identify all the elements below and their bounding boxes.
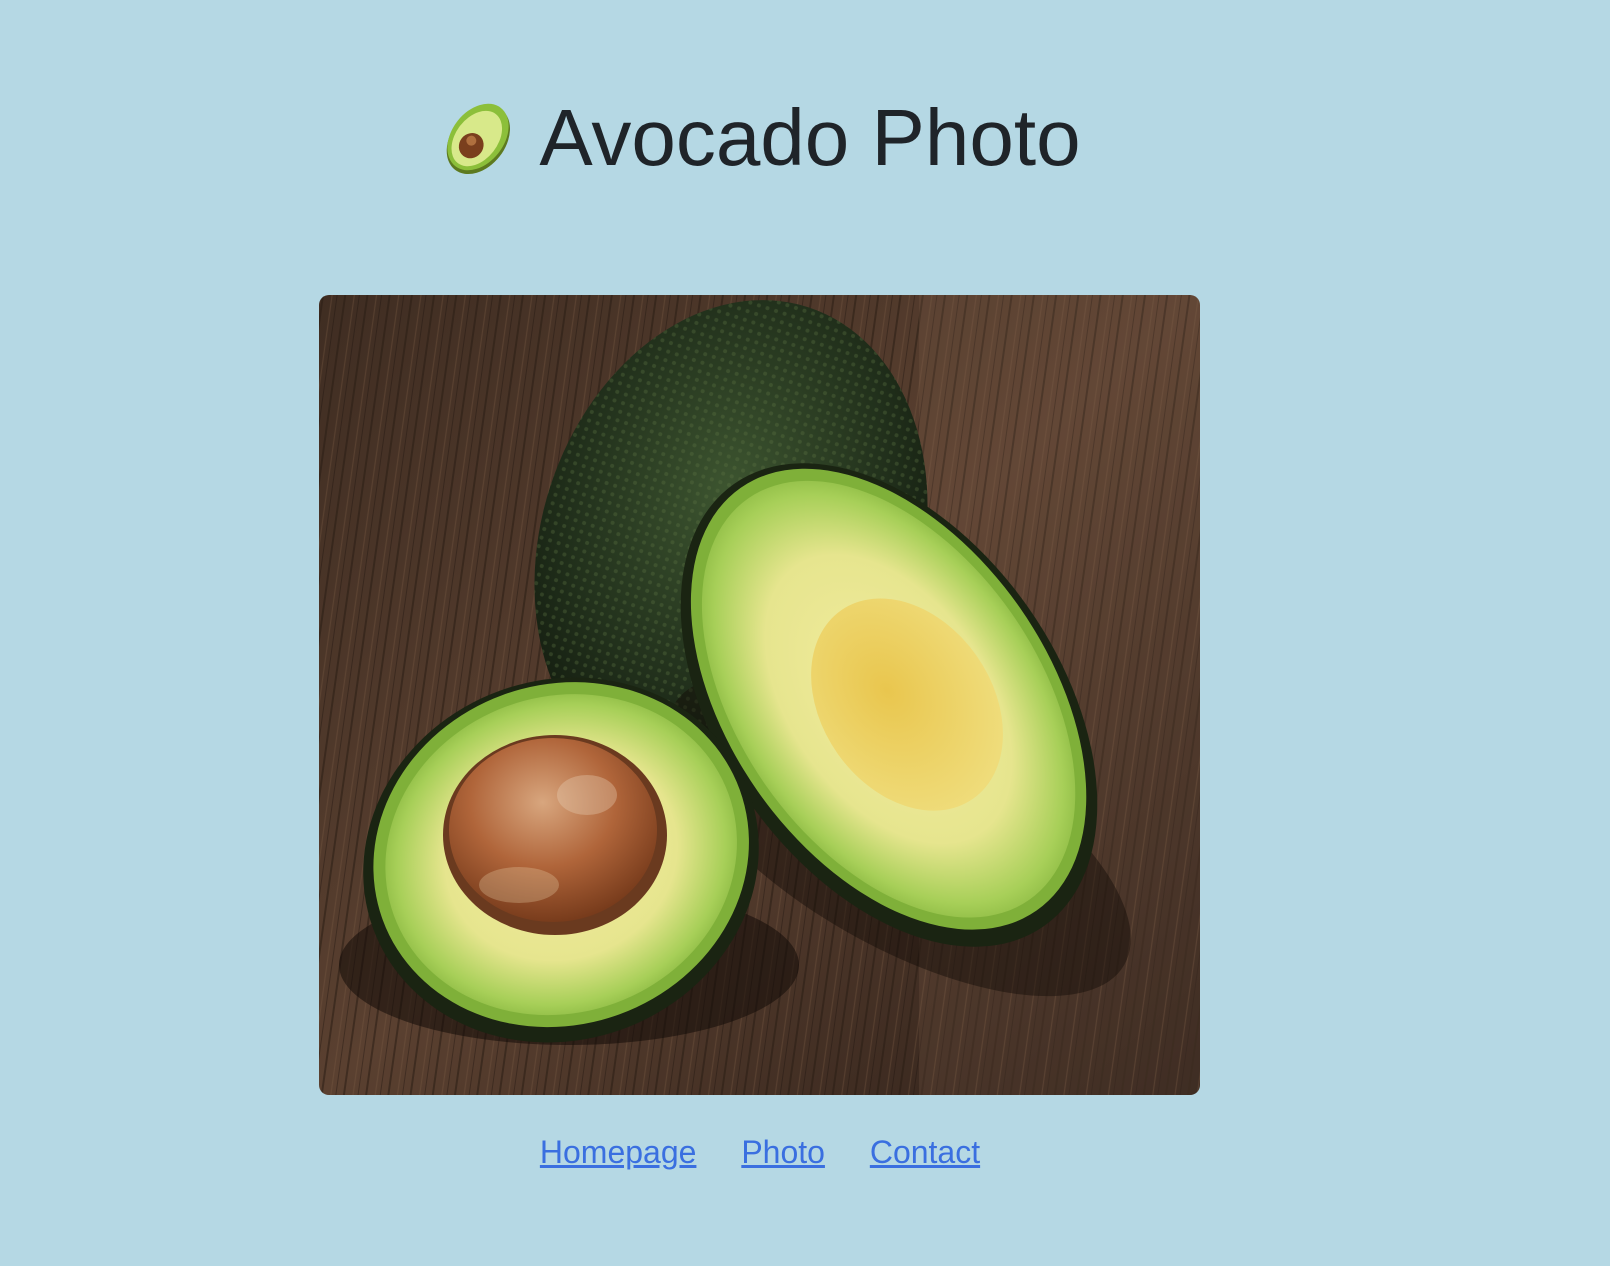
page-title: Avocado Photo	[0, 88, 1520, 188]
nav-link-homepage[interactable]: Homepage	[540, 1134, 697, 1170]
avocado-photo	[319, 295, 1200, 1095]
nav-link-photo[interactable]: Photo	[741, 1134, 825, 1170]
avocado-icon	[439, 93, 517, 177]
nav-link-contact[interactable]: Contact	[870, 1134, 980, 1170]
footer-nav: Homepage Photo Contact	[0, 1132, 1520, 1172]
page-title-text: Avocado Photo	[539, 93, 1081, 182]
